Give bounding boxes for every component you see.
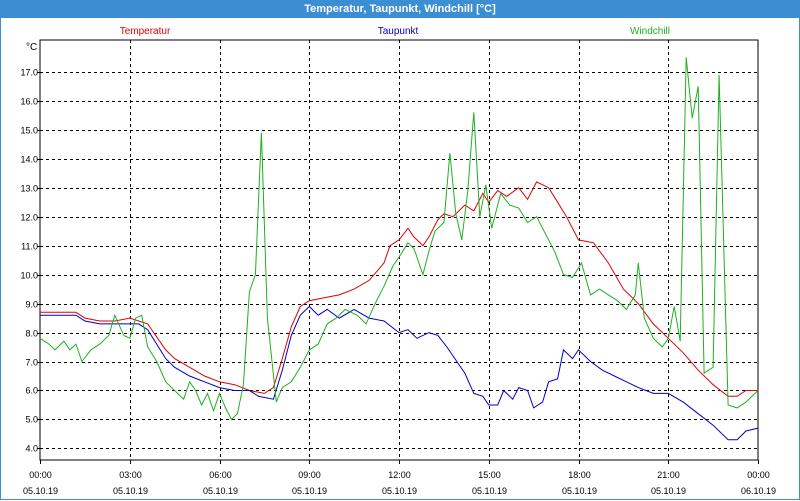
x-tick-time-label: 00:00 <box>29 470 52 480</box>
x-tick-time-label: 06:00 <box>209 470 232 480</box>
y-tick-label: 15.0 <box>20 126 38 136</box>
legend-entry-taupunkt: Taupunkt <box>378 26 419 37</box>
y-tick-label: 10.0 <box>20 271 38 281</box>
y-tick-label: 13.0 <box>20 184 38 194</box>
y-tick-label: 14.0 <box>20 155 38 165</box>
line-chart: 4.0 5.0 6.0 7.0 8.0 9.0 10.0 11.0 12.0 13.0 14.0 15… <box>20 26 776 496</box>
x-tick-date-label: 05.10.19 <box>651 486 686 496</box>
y-tick-label: 16.0 <box>20 97 38 107</box>
chart-window: Temperatur, Taupunkt, Windchill [°C] 4.0… <box>0 0 800 500</box>
x-tick-date-label: 05.10.19 <box>472 486 507 496</box>
x-tick-time-label: 18:00 <box>568 470 591 480</box>
legend-entry-windchill: Windchill <box>630 26 670 37</box>
y-tick-label: 5.0 <box>25 415 38 425</box>
y-tick-label: 9.0 <box>25 300 38 310</box>
y-tick-label: 4.0 <box>25 444 38 454</box>
x-tick-date-label: 05.10.19 <box>292 486 327 496</box>
x-tick-time-label: 00:00 <box>747 470 770 480</box>
y-axis-unit: °C <box>26 42 37 53</box>
x-tick-date-label: 06.10.19 <box>741 486 776 496</box>
y-tick-label: 6.0 <box>25 386 38 396</box>
y-tick-label: 7.0 <box>25 358 38 368</box>
x-tick-date-label: 05.10.19 <box>23 486 58 496</box>
x-tick-date-label: 05.10.19 <box>562 486 597 496</box>
y-tick-label: 12.0 <box>20 213 38 223</box>
x-tick-date-label: 05.10.19 <box>203 486 238 496</box>
x-tick-time-label: 21:00 <box>657 470 680 480</box>
y-tick-label: 11.0 <box>21 242 38 252</box>
x-tick-time-label: 03:00 <box>119 470 142 480</box>
x-tick-time-label: 15:00 <box>478 470 501 480</box>
x-tick-date-label: 05.10.19 <box>113 486 148 496</box>
x-tick-date-label: 05.10.19 <box>382 486 417 496</box>
y-tick-label: 17.0 <box>20 68 38 78</box>
x-tick-time-label: 12:00 <box>388 470 411 480</box>
y-tick-label: 8.0 <box>25 329 38 339</box>
x-tick-time-label: 09:00 <box>298 470 321 480</box>
legend-entry-temperatur: Temperatur <box>120 26 171 37</box>
